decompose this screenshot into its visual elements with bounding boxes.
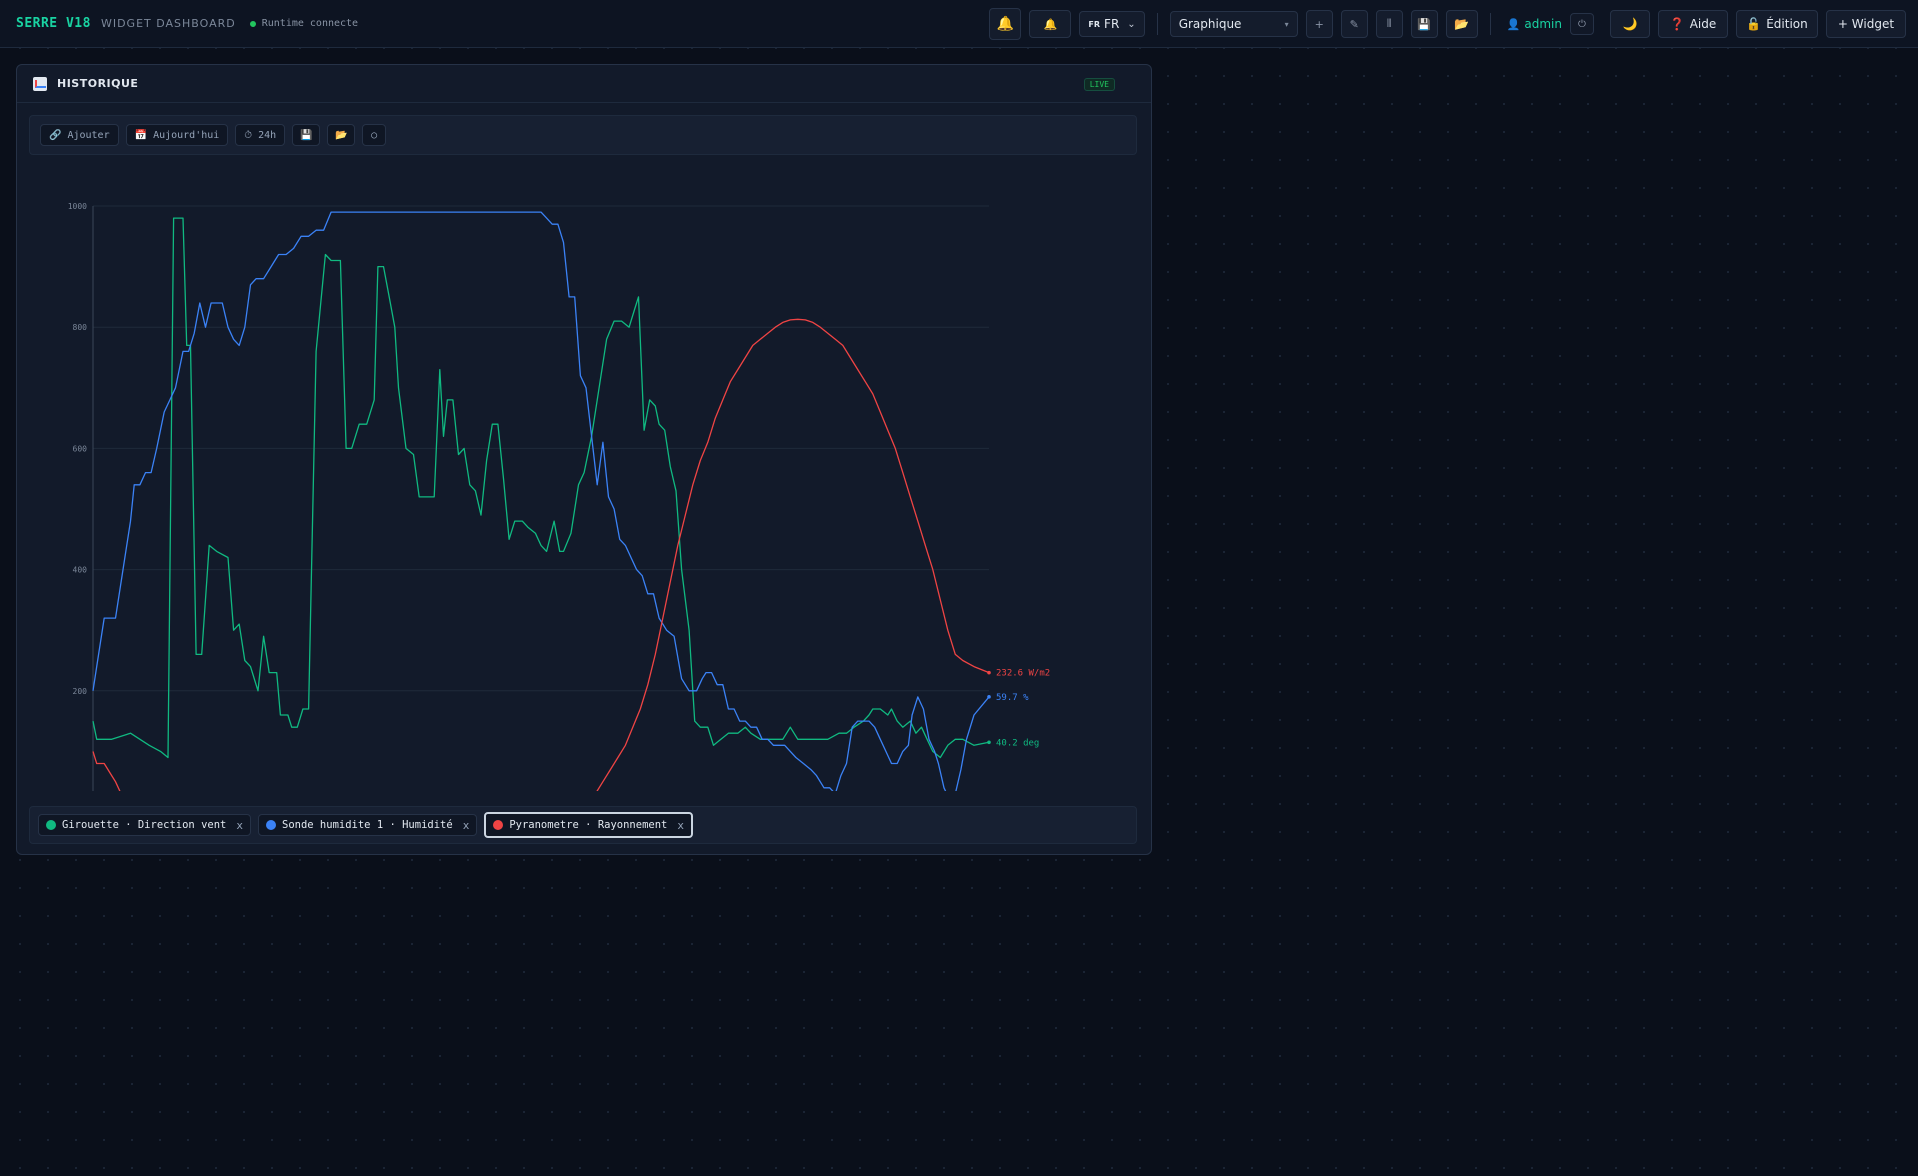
open-view-button[interactable]: 📂 <box>1445 10 1478 38</box>
save-chart-button[interactable]: 💾 <box>292 124 321 146</box>
language-value: FR <box>1104 17 1120 31</box>
view-mode-select[interactable]: Graphique ▾ <box>1169 11 1298 37</box>
chart-area[interactable]: 02004006008001000 20:4002:0008:0014:0020… <box>29 161 1137 828</box>
delete-view-button[interactable]: ⦀ <box>1375 10 1403 38</box>
divider <box>1489 13 1491 35</box>
remove-series-icon[interactable]: x <box>236 819 243 832</box>
pencil-icon: ✎ <box>1349 17 1359 31</box>
widget-header[interactable]: HISTORIQUE LIVE <box>17 65 1151 103</box>
circle-icon: ○ <box>371 129 378 141</box>
legend-chip-humidity[interactable]: Sonde humidite 1 · Humidité x <box>258 814 478 836</box>
series-line <box>92 318 990 813</box>
add-series-button[interactable]: 🔗 Ajouter <box>40 124 119 146</box>
notifications-button[interactable]: 🔔 <box>989 8 1022 40</box>
chart-icon <box>33 76 47 91</box>
moon-icon: 🌙 <box>1622 17 1638 31</box>
y-tick-label: 600 <box>73 444 88 453</box>
username: admin <box>1524 17 1562 31</box>
time-range-label: 24h <box>258 129 277 141</box>
calendar-icon: 📅 <box>134 129 148 141</box>
view-mode-value: Graphique <box>1178 17 1242 31</box>
clock-icon: ⏱ <box>244 129 253 141</box>
y-tick-label: 200 <box>73 687 88 696</box>
logout-button[interactable]: ⏻ <box>1570 13 1594 35</box>
edition-label: Édition <box>1766 17 1808 31</box>
y-tick-label: 800 <box>73 323 88 332</box>
series-legend: Girouette · Direction vent x Sonde humid… <box>29 806 1137 844</box>
date-picker-button[interactable]: 📅 Aujourd'hui <box>125 124 229 146</box>
widget-title: HISTORIQUE <box>57 77 139 90</box>
theme-toggle-button[interactable]: 🌙 <box>1610 10 1650 38</box>
legend-chip-radiation[interactable]: Pyranometre · Rayonnement x <box>484 812 693 838</box>
series-end-point <box>987 670 991 675</box>
add-widget-label: + Widget <box>1837 17 1895 31</box>
legend-label: Pyranometre · Rayonnement <box>509 819 668 831</box>
flag-fr-icon: FR <box>1088 19 1101 29</box>
remove-series-icon[interactable]: x <box>677 819 684 832</box>
app-brand: SERRE V18 <box>16 16 91 31</box>
status-dot-icon <box>249 20 256 27</box>
add-series-label: Ajouter <box>67 129 110 141</box>
trash-icon: ⦀ <box>1386 17 1392 30</box>
time-range-button[interactable]: ⏱ 24h <box>235 124 286 146</box>
legend-chip-wind-direction[interactable]: Girouette · Direction vent x <box>38 814 251 836</box>
series-end-labels: 40.2 deg 59.7 % 232.6 W/m2 <box>987 669 1050 748</box>
legend-label: Girouette · Direction vent <box>62 819 227 831</box>
y-tick-label: 400 <box>73 566 88 575</box>
runtime-status-text: Runtime connecte <box>261 18 359 29</box>
help-label: Aide <box>1689 17 1717 31</box>
bell-icon: 🔔 <box>996 16 1015 32</box>
chart-series <box>92 211 990 813</box>
link-icon: 🔗 <box>49 129 62 141</box>
alarm-bell-icon: 🔔 <box>1043 17 1058 31</box>
series-color-dot <box>493 820 504 830</box>
help-button[interactable]: ❓ Aide <box>1658 10 1728 38</box>
divider <box>1156 13 1158 35</box>
reset-chart-button[interactable]: ○ <box>362 124 387 146</box>
series-end-label: 232.6 W/m2 <box>996 669 1050 679</box>
save-view-button[interactable]: 💾 <box>1410 10 1438 38</box>
legend-label: Sonde humidite 1 · Humidité <box>282 819 453 831</box>
floppy-disk-icon: 💾 <box>1417 17 1432 31</box>
remove-series-icon[interactable]: x <box>463 819 470 832</box>
date-label: Aujourd'hui <box>153 129 220 141</box>
chevron-down-icon: ▾ <box>1284 19 1289 29</box>
user-icon: 👤 <box>1506 17 1521 31</box>
power-icon: ⏻ <box>1578 18 1586 30</box>
runtime-status: Runtime connecte <box>249 18 359 29</box>
add-view-button[interactable]: + <box>1305 10 1333 38</box>
user-badge[interactable]: 👤 admin <box>1507 17 1562 31</box>
language-select[interactable]: FR FR ⌄ <box>1079 11 1145 37</box>
series-end-label: 59.7 % <box>996 693 1029 703</box>
rename-view-button[interactable]: ✎ <box>1340 10 1368 38</box>
add-widget-button[interactable]: + Widget <box>1826 10 1906 38</box>
series-line <box>92 211 990 801</box>
chart-grid <box>92 205 989 813</box>
question-icon: ❓ <box>1669 17 1685 31</box>
unlock-icon: 🔓 <box>1746 17 1762 31</box>
y-tick-label: 1000 <box>68 202 87 211</box>
live-badge: LIVE <box>1083 78 1115 91</box>
load-chart-button[interactable]: 📂 <box>327 124 356 146</box>
series-end-point <box>987 695 991 699</box>
app-subtitle: WIDGET DASHBOARD <box>100 17 236 30</box>
alarm-button[interactable]: 🔔 <box>1029 10 1072 38</box>
series-color-dot <box>46 820 56 830</box>
line-chart[interactable]: 02004006008001000 20:4002:0008:0014:0020… <box>29 161 1137 828</box>
edition-button[interactable]: 🔓 Édition <box>1736 10 1818 38</box>
history-widget: HISTORIQUE LIVE 🔗 Ajouter 📅 Aujourd'hui … <box>16 64 1152 855</box>
y-axis-ticks: 02004006008001000 <box>68 202 88 817</box>
top-bar: SERRE V18 WIDGET DASHBOARD Runtime conne… <box>0 0 1918 48</box>
series-end-point <box>987 740 991 745</box>
chevron-down-icon: ⌄ <box>1127 18 1136 30</box>
series-line <box>92 217 990 759</box>
top-actions: 🔔 🔔 FR FR ⌄ Graphique ▾ + ✎ ⦀ 💾 📂 👤 admi… <box>989 8 1906 40</box>
series-end-label: 40.2 deg <box>996 738 1039 748</box>
widget-toolbar: 🔗 Ajouter 📅 Aujourd'hui ⏱ 24h 💾 📂 ○ <box>29 115 1137 155</box>
series-color-dot <box>266 820 276 830</box>
floppy-disk-icon: 💾 <box>299 129 313 141</box>
folder-icon: 📂 <box>1454 17 1470 31</box>
folder-icon: 📂 <box>334 129 348 141</box>
